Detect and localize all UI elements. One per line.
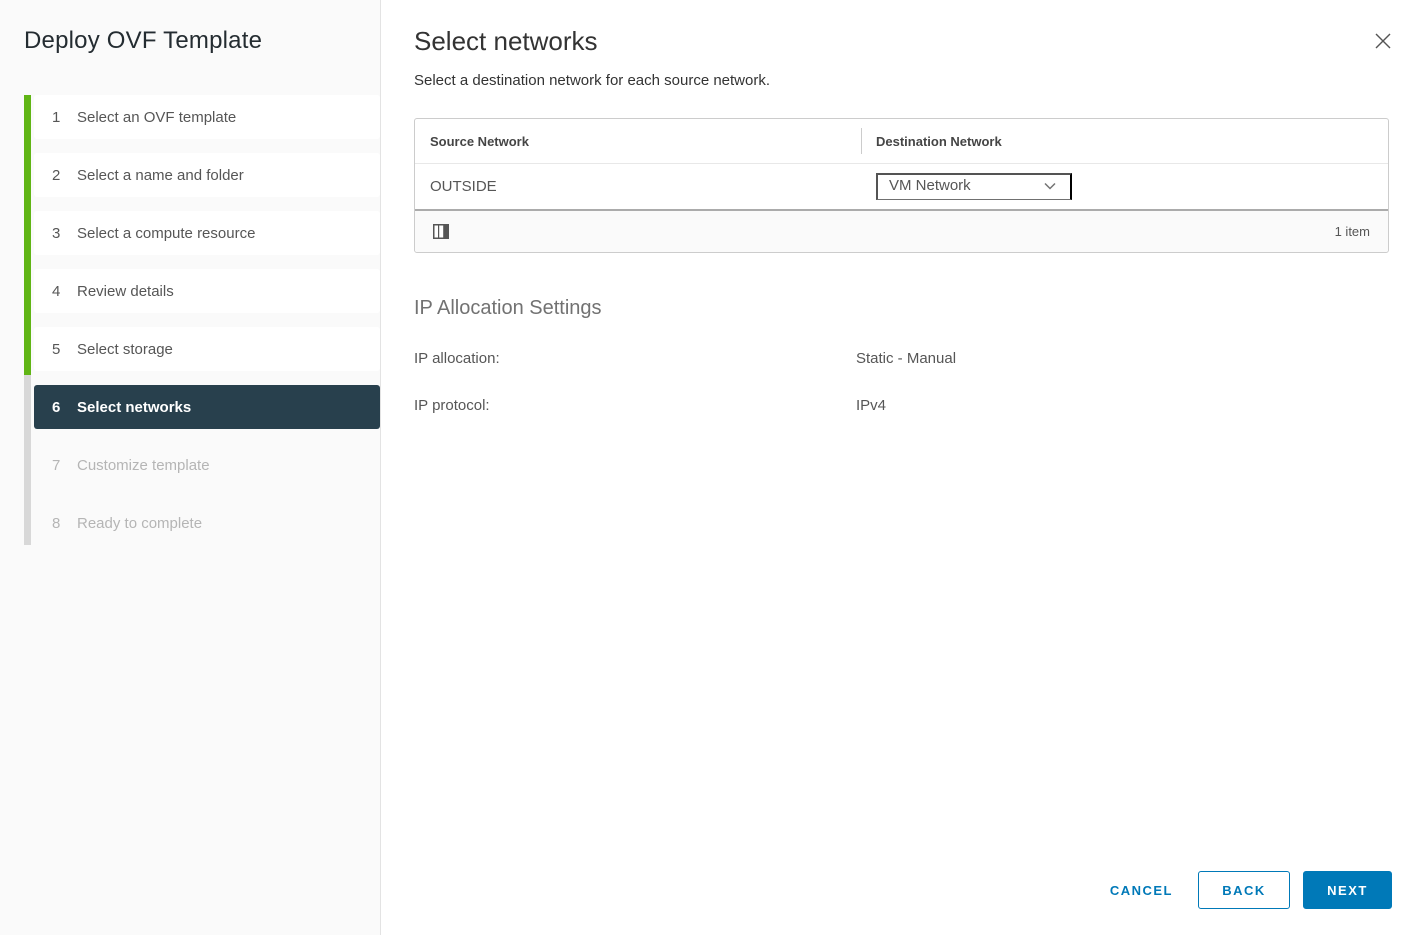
- step-label: Select a compute resource: [77, 225, 380, 242]
- ip-allocation-section: IP Allocation Settings IP allocation: St…: [414, 297, 1390, 414]
- chevron-down-icon: [1044, 182, 1056, 190]
- step-number: 7: [52, 457, 77, 474]
- step-number: 8: [52, 515, 77, 532]
- page-subtitle: Select a destination network for each so…: [414, 72, 1390, 89]
- deploy-ovf-dialog: Deploy OVF Template 1 Select an OVF temp…: [0, 0, 1416, 935]
- step-select-name-folder[interactable]: 2 Select a name and folder: [34, 153, 380, 197]
- wizard-main-pane: Select networks Select a destination net…: [381, 0, 1416, 935]
- destination-network-cell: VM Network: [861, 173, 1388, 200]
- page-title: Select networks: [414, 26, 1390, 57]
- ip-protocol-value: IPv4: [856, 397, 1390, 414]
- ip-protocol-row: IP protocol: IPv4: [414, 397, 1390, 414]
- progress-bar-remaining: [24, 375, 31, 545]
- close-icon[interactable]: [1366, 24, 1400, 58]
- step-label: Review details: [77, 283, 380, 300]
- ip-allocation-label: IP allocation:: [414, 350, 856, 367]
- step-select-storage[interactable]: 5 Select storage: [34, 327, 380, 371]
- source-network-value: OUTSIDE: [415, 178, 861, 195]
- back-button[interactable]: BACK: [1198, 871, 1290, 909]
- column-header-source-network: Source Network: [415, 134, 861, 149]
- step-label: Select networks: [77, 399, 380, 416]
- network-mapping-table: Source Network Destination Network OUTSI…: [414, 118, 1389, 253]
- step-number: 6: [52, 399, 77, 416]
- destination-network-selected-value: VM Network: [889, 177, 971, 194]
- wizard-step-list: 1 Select an OVF template 2 Select a name…: [34, 95, 380, 545]
- table-row: OUTSIDE VM Network: [415, 163, 1388, 209]
- step-number: 1: [52, 109, 77, 126]
- columns-icon[interactable]: [433, 224, 449, 239]
- step-label: Customize template: [77, 457, 380, 474]
- step-label: Ready to complete: [77, 515, 380, 532]
- step-review-details[interactable]: 4 Review details: [34, 269, 380, 313]
- destination-network-select[interactable]: VM Network: [876, 173, 1072, 200]
- step-select-networks[interactable]: 6 Select networks: [34, 385, 380, 429]
- step-label: Select a name and folder: [77, 167, 380, 184]
- cancel-button[interactable]: CANCEL: [1090, 871, 1193, 909]
- table-item-count: 1 item: [1335, 224, 1370, 239]
- step-number: 2: [52, 167, 77, 184]
- wizard-footer-actions: CANCEL BACK NEXT: [1090, 871, 1392, 909]
- wizard-title: Deploy OVF Template: [0, 0, 380, 55]
- table-footer: 1 item: [415, 209, 1388, 252]
- ip-allocation-heading: IP Allocation Settings: [414, 297, 1390, 320]
- ip-allocation-value: Static - Manual: [856, 350, 1390, 367]
- ip-allocation-row: IP allocation: Static - Manual: [414, 350, 1390, 367]
- ip-protocol-label: IP protocol:: [414, 397, 856, 414]
- wizard-sidebar: Deploy OVF Template 1 Select an OVF temp…: [0, 0, 381, 935]
- next-button[interactable]: NEXT: [1303, 871, 1392, 909]
- step-customize-template: 7 Customize template: [34, 443, 380, 487]
- column-header-destination-network: Destination Network: [861, 134, 1388, 149]
- step-number: 5: [52, 341, 77, 358]
- step-select-ovf-template[interactable]: 1 Select an OVF template: [34, 95, 380, 139]
- step-ready-to-complete: 8 Ready to complete: [34, 501, 380, 545]
- step-label: Select storage: [77, 341, 380, 358]
- progress-bar-completed: [24, 95, 31, 375]
- table-header-row: Source Network Destination Network: [415, 119, 1388, 163]
- wizard-steps: 1 Select an OVF template 2 Select a name…: [0, 95, 380, 545]
- step-number: 3: [52, 225, 77, 242]
- step-number: 4: [52, 283, 77, 300]
- step-label: Select an OVF template: [77, 109, 380, 126]
- step-select-compute-resource[interactable]: 3 Select a compute resource: [34, 211, 380, 255]
- column-divider: [861, 128, 862, 154]
